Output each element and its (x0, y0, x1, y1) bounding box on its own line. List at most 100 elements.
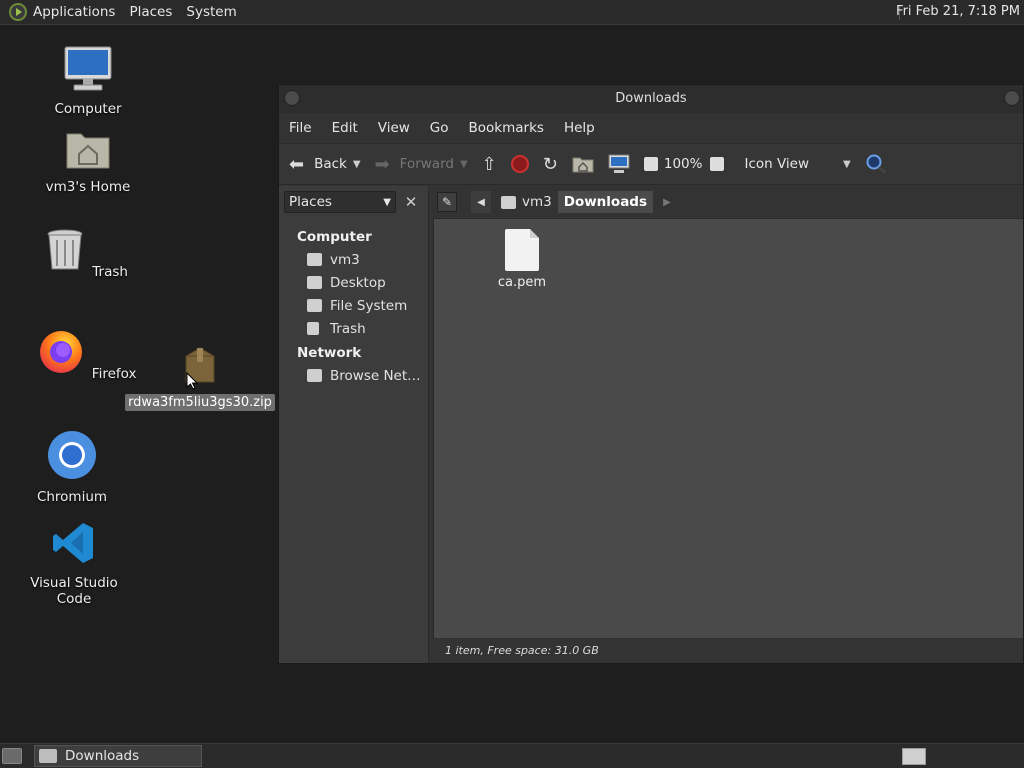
computer-button[interactable] (608, 154, 630, 174)
firefox-icon (39, 331, 82, 373)
edit-location-icon[interactable]: ✎ (437, 192, 457, 212)
workspace-switcher[interactable] (902, 748, 926, 765)
bottom-panel: Downloads (0, 743, 1024, 768)
view-mode-dropdown-icon: ▼ (843, 158, 851, 170)
menu-bookmarks[interactable]: Bookmarks (469, 120, 544, 136)
file-manager-window: Downloads File Edit View Go Bookmarks He… (278, 84, 1024, 664)
applications-menu[interactable]: Applications (33, 4, 115, 20)
trash-icon (307, 322, 319, 335)
sidebar-item-label: Trash (330, 320, 366, 337)
taskbar-item-downloads[interactable]: Downloads (34, 745, 202, 767)
zoom-in-button[interactable] (710, 157, 730, 171)
zip-file-label: rdwa3fm5liu3gs30.zip (125, 394, 275, 411)
back-label: Back (314, 156, 347, 172)
system-menu[interactable]: System (186, 4, 236, 20)
sidebar-section-computer: Computer (297, 229, 372, 245)
window-close-button[interactable] (1004, 90, 1020, 106)
menu-go[interactable]: Go (430, 120, 449, 136)
zoom-in-icon (710, 157, 725, 171)
zoom-level: 100% (663, 156, 703, 172)
chevron-down-icon: ▼ (383, 196, 391, 208)
stop-icon (510, 155, 529, 173)
sidebar-type-label: Places (289, 194, 332, 210)
chromium-icon (48, 431, 96, 479)
back-button[interactable]: ⬅ Back ▼ (289, 154, 361, 175)
sidebar-item-label: Browse Net… (330, 367, 421, 384)
desktop-label: Trash (92, 264, 128, 280)
breadcrumb-label: vm3 (522, 194, 552, 210)
window-titlebar[interactable]: Downloads (279, 85, 1023, 113)
desktop-icon-home[interactable]: vm3's Home (28, 128, 148, 196)
toolbar: ⬅ Back ▼ ➡ Forward ▼ ⇧ ↻ 100% Icon View … (279, 143, 1023, 185)
forward-history-dropdown-icon[interactable]: ▼ (460, 159, 468, 170)
zoom-out-button[interactable]: 100% (643, 156, 703, 172)
file-name: ca.pem (497, 275, 547, 290)
computer-icon (64, 46, 112, 91)
file-item[interactable]: ca.pem (492, 229, 552, 290)
sidebar-section-network: Network (297, 345, 362, 361)
breadcrumb-vm3[interactable]: vm3 (495, 191, 558, 213)
menu-help[interactable]: Help (564, 120, 595, 136)
path-left-arrow-icon[interactable]: ◀ (471, 191, 491, 213)
forward-arrow-icon: ➡ (374, 153, 390, 175)
sidebar-item-browse-network[interactable]: Browse Net… (279, 364, 428, 387)
menu-view[interactable]: View (378, 120, 410, 136)
text-file-icon (505, 229, 539, 271)
home-button[interactable] (572, 155, 594, 173)
mate-logo-icon[interactable] (9, 3, 27, 21)
home-folder-icon (501, 195, 516, 209)
menubar: File Edit View Go Bookmarks Help (279, 113, 1023, 143)
window-title: Downloads (615, 91, 687, 106)
desktop-icon-computer[interactable]: Computer (28, 46, 148, 118)
places-menu[interactable]: Places (129, 4, 172, 20)
sidebar-header: Places ▼ ✕ (279, 186, 428, 218)
drive-icon (307, 299, 322, 312)
forward-label: Forward (399, 156, 454, 172)
breadcrumb-label: Downloads (563, 194, 648, 210)
sidebar-item-vm3[interactable]: vm3 (279, 248, 428, 271)
sidebar-item-label: vm3 (330, 251, 360, 268)
computer-icon (608, 154, 630, 173)
view-mode-select[interactable]: Icon View ▼ (744, 156, 850, 172)
window-menu-button[interactable] (284, 90, 300, 106)
zoom-out-icon (643, 157, 658, 171)
taskbar-item-label: Downloads (65, 748, 140, 764)
view-mode-label: Icon View (744, 156, 810, 172)
main-pane: ✎ ◀ vm3 Downloads ▶ ca.pem 1 item, Free … (429, 186, 1023, 663)
sidebar-item-file-system[interactable]: File System (279, 294, 428, 317)
desktop-icon-vscode[interactable]: Visual Studio Code (14, 520, 134, 608)
sidebar: Places ▼ ✕ Computer vm3 Desktop File Sys… (279, 186, 429, 663)
desktop-icon-zip[interactable]: rdwa3fm5liu3gs30.zip (124, 346, 276, 411)
desktop-icon-trash[interactable]: Trash (28, 228, 148, 281)
search-button[interactable] (865, 153, 887, 175)
sidebar-item-label: Desktop (330, 274, 386, 291)
status-bar: 1 item, Free space: 31.0 GB (433, 638, 1023, 663)
up-button[interactable]: ⇧ (482, 154, 497, 175)
menu-edit[interactable]: Edit (332, 120, 358, 136)
menu-file[interactable]: File (289, 120, 312, 136)
show-desktop-icon[interactable] (2, 748, 22, 764)
home-folder-icon (66, 133, 110, 169)
stop-button[interactable] (510, 155, 529, 173)
reload-icon: ↻ (542, 153, 558, 175)
reload-button[interactable]: ↻ (543, 154, 558, 175)
path-right-arrow-icon[interactable]: ▶ (657, 191, 677, 213)
desktop-icon-chromium[interactable]: Chromium (12, 430, 132, 506)
sidebar-type-select[interactable]: Places ▼ (284, 191, 396, 213)
up-arrow-icon: ⇧ (481, 153, 497, 175)
sidebar-item-label: File System (330, 297, 408, 314)
sidebar-item-desktop[interactable]: Desktop (279, 271, 428, 294)
forward-button[interactable]: ➡ Forward ▼ (375, 154, 468, 175)
file-icon-view[interactable]: ca.pem (433, 218, 1023, 638)
back-history-dropdown-icon[interactable]: ▼ (353, 159, 361, 170)
vscode-icon (53, 523, 93, 563)
breadcrumb-downloads[interactable]: Downloads (557, 191, 654, 213)
clock[interactable]: Fri Feb 21, 7:18 PM (896, 4, 1020, 19)
close-sidebar-icon[interactable]: ✕ (400, 191, 422, 213)
desktop-folder-icon (307, 276, 322, 289)
desktop-label: Chromium (36, 489, 108, 505)
sidebar-item-trash[interactable]: Trash (279, 317, 428, 340)
folder-icon (39, 749, 57, 763)
home-folder-icon (307, 253, 322, 266)
window-body: Places ▼ ✕ Computer vm3 Desktop File Sys… (279, 186, 1023, 663)
